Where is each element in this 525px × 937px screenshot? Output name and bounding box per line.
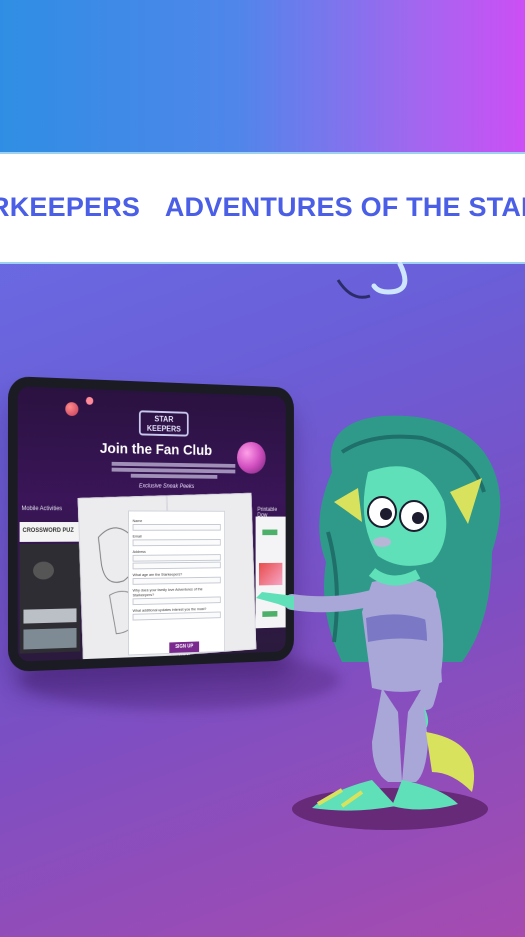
address-line-input[interactable] [133, 562, 221, 570]
fan-club-description [112, 462, 236, 479]
age-select[interactable] [133, 577, 221, 585]
updates-select[interactable] [133, 612, 221, 621]
planet-icon [86, 397, 93, 405]
fish-character-illustration [222, 412, 512, 832]
banner-marquee: RKEEPERS ADVENTURES OF THE STAR [0, 192, 525, 223]
planet-icon [65, 402, 78, 416]
email-input[interactable] [133, 539, 221, 546]
field-label: Name [133, 518, 221, 523]
field-label: Address [133, 548, 221, 553]
mobile-activities-label: Mobile Activities [22, 506, 63, 512]
title-banner: RKEEPERS ADVENTURES OF THE STAR [0, 152, 525, 264]
name-input[interactable] [133, 524, 221, 531]
crossword-tile[interactable]: CROSSWORD PUZ [20, 522, 81, 542]
activity-panel [20, 544, 81, 654]
marquee-item: RKEEPERS [0, 192, 140, 222]
starkeepers-logo: STAR KEEPERS [139, 410, 189, 436]
sneak-peek-heading: Exclusive Sneak Peeks [139, 484, 194, 490]
signup-form: Name Email Address What age are the Star… [128, 510, 225, 655]
question-label: Why does your family love Adventures of … [133, 586, 221, 597]
rope-hook-graphic [330, 262, 420, 312]
reason-select[interactable] [133, 596, 221, 605]
address-input[interactable] [133, 554, 221, 562]
top-background [0, 0, 525, 160]
field-label: Email [133, 533, 221, 538]
marquee-item: ADVENTURES OF THE STAR [165, 192, 525, 222]
sign-up-button[interactable]: SIGN UP NOW [169, 641, 199, 653]
